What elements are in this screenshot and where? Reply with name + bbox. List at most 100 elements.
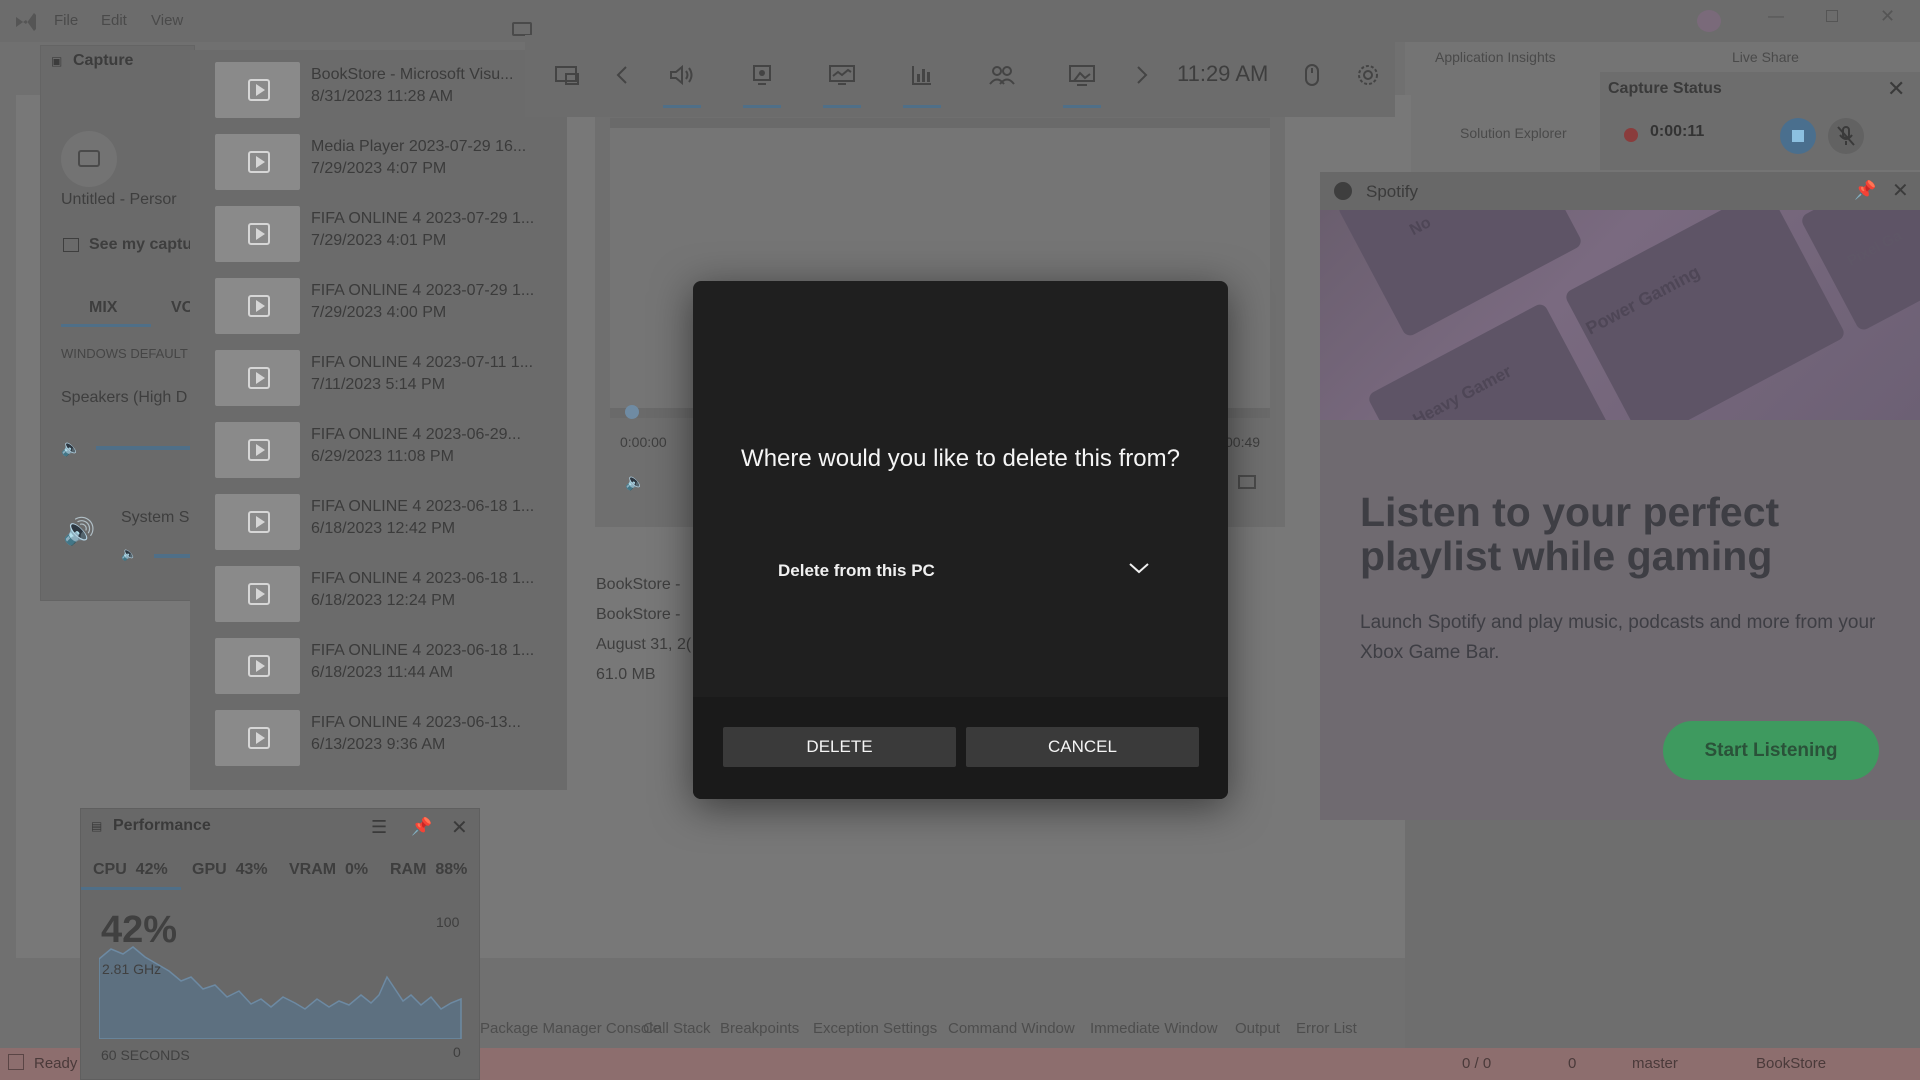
gallery-item[interactable]: FIFA ONLINE 4 2023-07-11 1... 7/11/2023 … xyxy=(215,346,565,412)
tab-cpu[interactable]: CPU 42% xyxy=(93,861,168,879)
resources-active-indicator xyxy=(903,105,941,108)
pin-icon[interactable]: 📌 xyxy=(411,817,432,837)
settings-gear-icon[interactable] xyxy=(1351,60,1385,90)
play-icon xyxy=(248,583,270,605)
gallery-item[interactable]: FIFA ONLINE 4 2023-07-29 1... 7/29/2023 … xyxy=(215,202,565,268)
menu-file[interactable]: File xyxy=(54,12,78,29)
tab-vram-value: 0% xyxy=(345,861,369,878)
repo-selector[interactable]: BookStore xyxy=(1756,1055,1826,1072)
preview-volume-icon[interactable]: 🔈 xyxy=(625,472,645,492)
mouse-icon[interactable] xyxy=(1295,60,1329,90)
tab-vram[interactable]: VRAM 0% xyxy=(289,861,368,879)
tab-command-window[interactable]: Command Window xyxy=(948,1020,1075,1037)
time-end: 00:49 xyxy=(1225,434,1261,450)
start-listening-button[interactable]: Start Listening xyxy=(1663,721,1879,780)
item-name: FIFA ONLINE 4 2023-06-18 1... xyxy=(311,642,535,659)
item-name: FIFA ONLINE 4 2023-07-11 1... xyxy=(311,354,534,371)
gallery-item[interactable]: FIFA ONLINE 4 2023-06-18 1... 6/18/2023 … xyxy=(215,562,565,628)
resources-icon[interactable] xyxy=(905,60,939,90)
branch-selector[interactable]: master xyxy=(1632,1055,1678,1072)
delete-button[interactable]: DELETE xyxy=(723,727,956,767)
social-icon[interactable] xyxy=(985,60,1019,90)
close-window-icon[interactable]: ✕ xyxy=(1880,6,1895,27)
delete-location-value: Delete from this PC xyxy=(778,561,935,580)
gallery-item[interactable]: FIFA ONLINE 4 2023-07-29 1... 7/29/2023 … xyxy=(215,274,565,340)
application-insights-button[interactable]: Application Insights xyxy=(1435,49,1556,65)
maximize-icon[interactable] xyxy=(1826,10,1838,22)
tab-error-list[interactable]: Error List xyxy=(1296,1020,1357,1037)
play-icon xyxy=(248,511,270,533)
output-icon xyxy=(8,1054,24,1070)
chevron-right-icon[interactable] xyxy=(1125,60,1159,90)
tab-call-stack[interactable]: Call Stack xyxy=(643,1020,711,1037)
widget-menu-icon[interactable] xyxy=(550,60,584,90)
cpu-clock-speed: 2.81 GHz xyxy=(102,961,162,977)
see-my-captures-link[interactable]: See my captu xyxy=(89,236,192,254)
close-icon[interactable]: ✕ xyxy=(451,815,468,840)
close-icon[interactable]: ✕ xyxy=(1887,76,1905,102)
mic-toggle-button[interactable] xyxy=(1828,118,1864,154)
live-share-button[interactable]: Live Share xyxy=(1732,49,1799,65)
tab-mix[interactable]: MIX xyxy=(89,299,117,317)
cpu-percent-large: 42% xyxy=(101,909,178,951)
gallery-item[interactable]: FIFA ONLINE 4 2023-06-18 1... 6/18/2023 … xyxy=(215,490,565,556)
gallery-active-indicator xyxy=(1063,105,1101,108)
gallery-item[interactable]: FIFA ONLINE 4 2023-06-29... 6/29/2023 11… xyxy=(215,418,565,484)
audio-active-indicator xyxy=(663,105,701,108)
item-date: 7/11/2023 5:14 PM xyxy=(311,376,446,393)
options-sliders-icon[interactable]: ☰ xyxy=(371,817,387,838)
scrubber-handle[interactable] xyxy=(625,405,639,419)
edit-count[interactable]: 0 xyxy=(1568,1055,1576,1072)
tab-cpu-label: CPU xyxy=(93,861,127,878)
menu-edit[interactable]: Edit xyxy=(101,12,127,29)
gallery-widget-icon[interactable] xyxy=(1065,60,1099,90)
tab-breakpoints[interactable]: Breakpoints xyxy=(720,1020,799,1037)
speaker-icon: 🔈 xyxy=(61,440,81,457)
delete-location-dropdown[interactable]: Delete from this PC xyxy=(778,553,1163,591)
folder-icon[interactable] xyxy=(512,22,532,36)
close-icon[interactable]: ✕ xyxy=(1892,178,1909,203)
spotify-headline: Listen to your perfect playlist while ga… xyxy=(1360,489,1780,579)
account-avatar[interactable] xyxy=(1697,10,1721,32)
item-date: 6/18/2023 11:44 AM xyxy=(311,664,454,681)
menu-view[interactable]: View xyxy=(151,12,183,29)
thumbnail xyxy=(215,710,300,766)
capture-icon[interactable] xyxy=(745,60,779,90)
open-external-icon[interactable] xyxy=(1238,475,1256,489)
graph-window-label: 60 SECONDS xyxy=(101,1047,190,1063)
system-sounds-icon: 🔊 xyxy=(63,516,96,546)
tab-package-manager-console[interactable]: Package Manager Console xyxy=(480,1020,661,1037)
tab-vram-label: VRAM xyxy=(289,861,337,878)
tab-ram[interactable]: RAM 88% xyxy=(390,861,467,879)
system-sounds-label: System S xyxy=(121,509,190,526)
recording-elapsed: 0:00:11 xyxy=(1650,123,1705,140)
minimize-icon[interactable]: — xyxy=(1768,8,1784,26)
performance-icon[interactable] xyxy=(825,60,859,90)
graph-min-label: 0 xyxy=(453,1044,461,1060)
tab-gpu[interactable]: GPU 43% xyxy=(192,861,268,879)
audio-icon[interactable] xyxy=(665,60,699,90)
play-icon xyxy=(248,655,270,677)
chevron-left-icon[interactable] xyxy=(605,60,639,90)
gallery-item[interactable]: FIFA ONLINE 4 2023-06-13... 6/13/2023 9:… xyxy=(215,706,565,772)
solution-explorer-title[interactable]: Solution Explorer xyxy=(1460,125,1567,141)
thumbnail xyxy=(215,494,300,550)
pin-icon[interactable]: 📌 xyxy=(1854,180,1876,201)
gallery-item[interactable]: FIFA ONLINE 4 2023-06-18 1... 6/18/2023 … xyxy=(215,634,565,700)
sync-status[interactable]: 0 / 0 xyxy=(1462,1055,1491,1072)
tab-output[interactable]: Output xyxy=(1235,1020,1280,1037)
item-date: 6/29/2023 11:08 PM xyxy=(311,448,454,465)
cancel-button[interactable]: CANCEL xyxy=(966,727,1199,767)
gallery-item[interactable]: BookStore - Microsoft Visu... 8/31/2023 … xyxy=(215,58,565,124)
tab-exception-settings[interactable]: Exception Settings xyxy=(813,1020,937,1037)
capture-widget: ▣ Capture Untitled - Persor See my captu… xyxy=(40,45,196,601)
stop-recording-button[interactable] xyxy=(1780,118,1816,154)
thumbnail xyxy=(215,278,300,334)
gallery-item[interactable]: Media Player 2023-07-29 16... 7/29/2023 … xyxy=(215,130,565,196)
windows-default-label: WINDOWS DEFAULT xyxy=(61,346,188,361)
tab-immediate-window[interactable]: Immediate Window xyxy=(1090,1020,1218,1037)
item-name: FIFA ONLINE 4 2023-06-29... xyxy=(311,426,521,443)
speakers-label: Speakers (High D xyxy=(61,389,188,406)
screenshot-button[interactable] xyxy=(61,131,117,187)
master-volume-slider[interactable] xyxy=(96,446,196,450)
